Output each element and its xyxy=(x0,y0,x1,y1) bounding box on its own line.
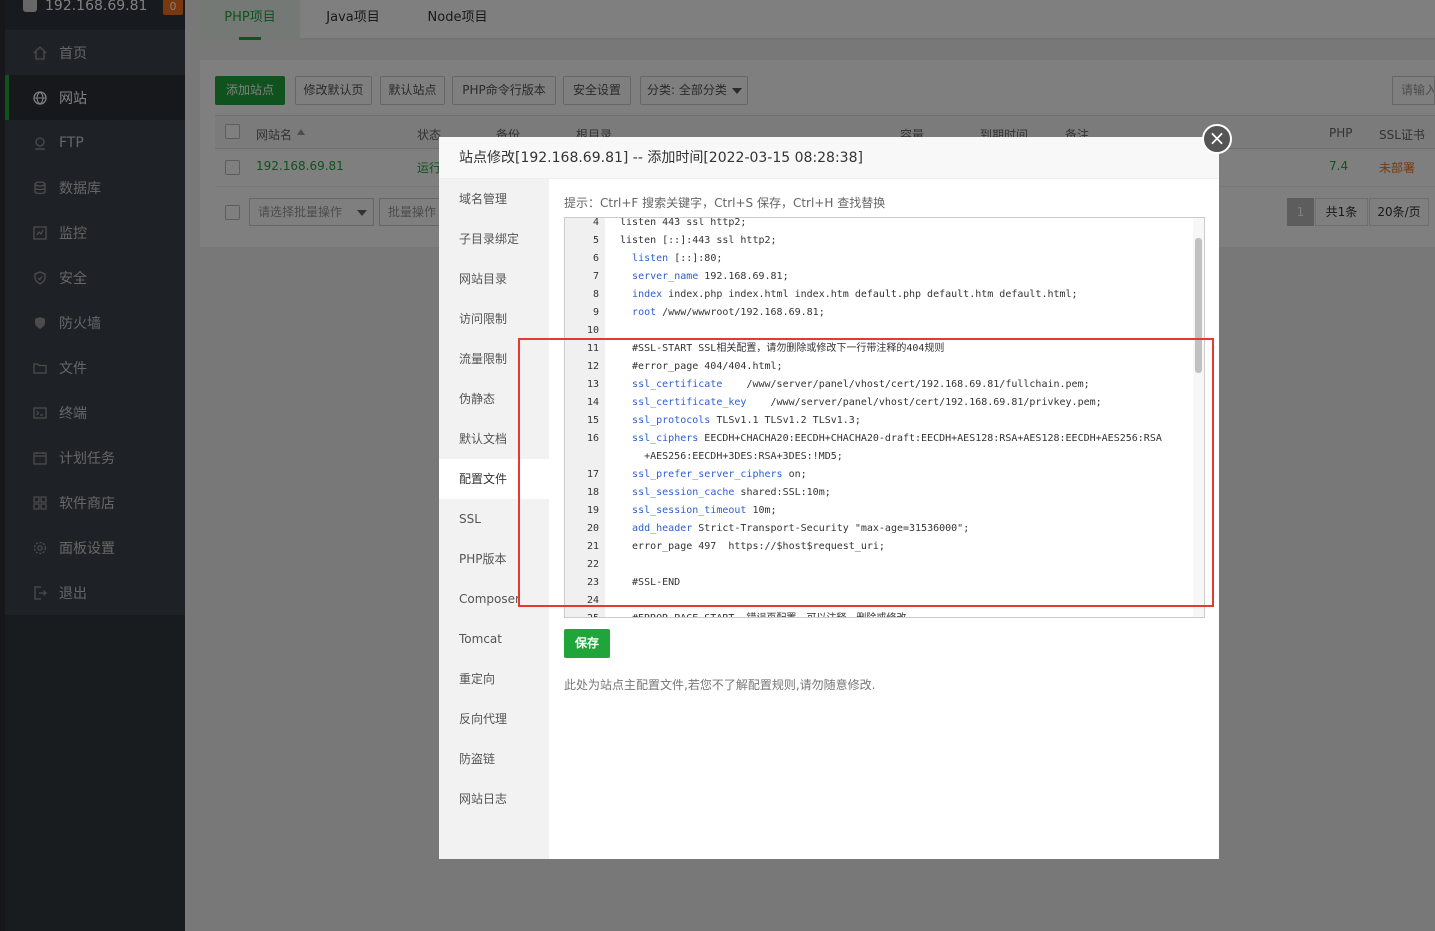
menu-access-limit[interactable]: 访问限制 xyxy=(439,299,549,339)
line-text: index index.php index.html index.htm def… xyxy=(632,289,1078,300)
menu-redirect[interactable]: 重定向 xyxy=(439,659,549,699)
menu-reverse-proxy[interactable]: 反向代理 xyxy=(439,699,549,739)
code-line: 4 listen 443 ssl http2; xyxy=(565,217,1195,232)
modal-title: 站点修改[192.168.69.81] -- 添加时间[2022-03-15 0… xyxy=(439,137,1219,179)
line-number: 5 xyxy=(592,235,599,246)
line-text: root /www/wwwroot/192.168.69.81; xyxy=(632,307,825,318)
close-icon[interactable]: × xyxy=(1202,124,1232,154)
line-text: listen [::]:443 ssl http2; xyxy=(620,235,777,246)
code-line: 9 root /www/wwwroot/192.168.69.81; xyxy=(565,304,1195,322)
line-text: listen [::]:80; xyxy=(632,253,723,264)
menu-site-dir[interactable]: 网站目录 xyxy=(439,259,549,299)
editor-hint: 提示：Ctrl+F 搜索关键字，Ctrl+S 保存，Ctrl+H 查找替换 xyxy=(564,196,886,210)
highlight-box xyxy=(518,338,1214,607)
line-text: server_name 192.168.69.81; xyxy=(632,271,789,282)
line-number: 8 xyxy=(592,289,599,300)
code-line: 8 index index.php index.html index.htm d… xyxy=(565,286,1195,304)
code-line: 5 listen [::]:443 ssl http2; xyxy=(565,232,1195,250)
menu-site-log[interactable]: 网站日志 xyxy=(439,779,549,819)
line-number: 7 xyxy=(592,271,599,282)
menu-subdir[interactable]: 子目录绑定 xyxy=(439,219,549,259)
line-text: listen 443 ssl http2; xyxy=(620,217,747,228)
menu-hotlink[interactable]: 防盗链 xyxy=(439,739,549,779)
code-line: 7 server_name 192.168.69.81; xyxy=(565,268,1195,286)
line-number: 25 xyxy=(565,610,599,617)
line-number: 4 xyxy=(592,217,599,228)
code-line: 6 listen [::]:80; xyxy=(565,250,1195,268)
menu-domain[interactable]: 域名管理 xyxy=(439,179,549,219)
menu-tomcat[interactable]: Tomcat xyxy=(439,619,549,659)
line-text: #ERROR-PAGE-START 错误页配置，可以注释、删除或修改 xyxy=(620,610,906,617)
line-number: 9 xyxy=(592,307,599,318)
line-number: 6 xyxy=(592,253,599,264)
code-line: 25 #ERROR-PAGE-START 错误页配置，可以注释、删除或修改 xyxy=(565,610,1195,617)
config-note: 此处为站点主配置文件,若您不了解配置规则,请勿随意修改. xyxy=(564,678,876,692)
save-button[interactable]: 保存 xyxy=(564,629,610,658)
